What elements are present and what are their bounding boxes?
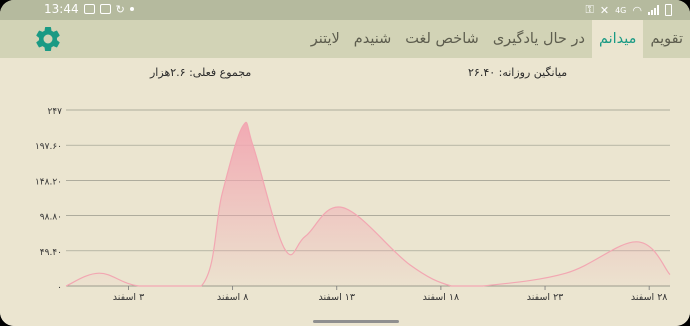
navigation-bar — [0, 306, 690, 326]
chart-svg: ۰ ۴۹.۴۰ ۹۸.۸۰ ۱۴۸.۲۰ ۱۹۷.۶۰ ۲۴۷ ۳ اسفند ۸ اسفند… — [35, 107, 671, 303]
app-screen: 13:44 ↻ ⚿ ✕ 4G ◠ تقویم میدانم در حال یاد… — [0, 0, 690, 326]
wifi-icon: ◠ — [632, 3, 642, 17]
tab-label: تقویم — [650, 31, 683, 47]
battery-icon — [665, 4, 672, 16]
status-bar: 13:44 ↻ ⚿ ✕ 4G ◠ — [0, 0, 690, 20]
tab-label: شنیدم — [353, 31, 392, 47]
message-icon — [99, 4, 111, 14]
tab-label: در حال یادگیری — [492, 31, 585, 47]
tab-label: لایتنر — [310, 31, 340, 47]
y-tick-label: ۰ — [57, 283, 62, 293]
sync-icon: ↻ — [115, 2, 125, 16]
y-tick-label: ۹۸.۸۰ — [40, 213, 62, 223]
x-tick-label: ۲۳ اسفند — [527, 292, 564, 303]
y-tick-label: ۲۴۷ — [47, 107, 62, 117]
x-tick-label: ۱۸ اسفند — [423, 292, 460, 303]
image-icon — [83, 4, 95, 14]
status-time: 13:44 — [44, 2, 79, 16]
status-right: ⚿ ✕ 4G ◠ — [585, 3, 672, 17]
tab-calendar[interactable]: تقویم — [643, 20, 690, 58]
tab-label: شاخص لغت — [405, 31, 479, 47]
signal-icon — [648, 5, 659, 15]
total-count-text: مجموع فعلی: ۲.۶هزار — [150, 66, 252, 79]
tab-learning[interactable]: در حال یادگیری — [486, 20, 592, 58]
x-tick-label: ۱۳ اسفند — [319, 292, 356, 303]
tab-known[interactable]: میدانم — [591, 20, 644, 58]
key-icon: ⚿ — [585, 3, 594, 16]
top-toolbar: تقویم میدانم در حال یادگیری شاخص لغت شنی… — [0, 20, 690, 58]
area-chart: ۰ ۴۹.۴۰ ۹۸.۸۰ ۱۴۸.۲۰ ۱۹۷.۶۰ ۲۴۷ ۳ اسفند ۸ اسفند… — [0, 88, 690, 306]
y-tick-label: ۱۴۸.۲۰ — [35, 177, 62, 187]
tab-strip: تقویم میدانم در حال یادگیری شاخص لغت شنی… — [304, 20, 690, 58]
x-tick-label: ۲۸ اسفند — [631, 292, 668, 303]
signal-4g-icon: 4G — [615, 5, 627, 15]
stats-row: میانگین روزانه: ۲۶.۴۰ مجموع فعلی: ۲.۶هزا… — [0, 63, 690, 85]
x-tick-label: ۳ اسفند — [113, 292, 144, 303]
tab-label: میدانم — [598, 31, 637, 47]
y-tick-label: ۴۹.۴۰ — [40, 248, 62, 258]
tab-heard[interactable]: شنیدم — [347, 20, 399, 58]
x-tick-label: ۸ اسفند — [217, 292, 248, 303]
tab-leitner[interactable]: لایتنر — [304, 20, 347, 58]
dot-icon — [129, 7, 134, 11]
tab-word-index[interactable]: شاخص لغت — [398, 20, 486, 58]
status-left: 13:44 ↻ — [44, 2, 134, 16]
gear-icon[interactable] — [33, 24, 63, 54]
daily-average-text: میانگین روزانه: ۲۶.۴۰ — [468, 66, 568, 79]
home-indicator[interactable] — [313, 320, 399, 323]
mute-icon: ✕ — [599, 3, 610, 17]
y-tick-label: ۱۹۷.۶۰ — [35, 142, 62, 152]
area-fill — [66, 122, 670, 286]
